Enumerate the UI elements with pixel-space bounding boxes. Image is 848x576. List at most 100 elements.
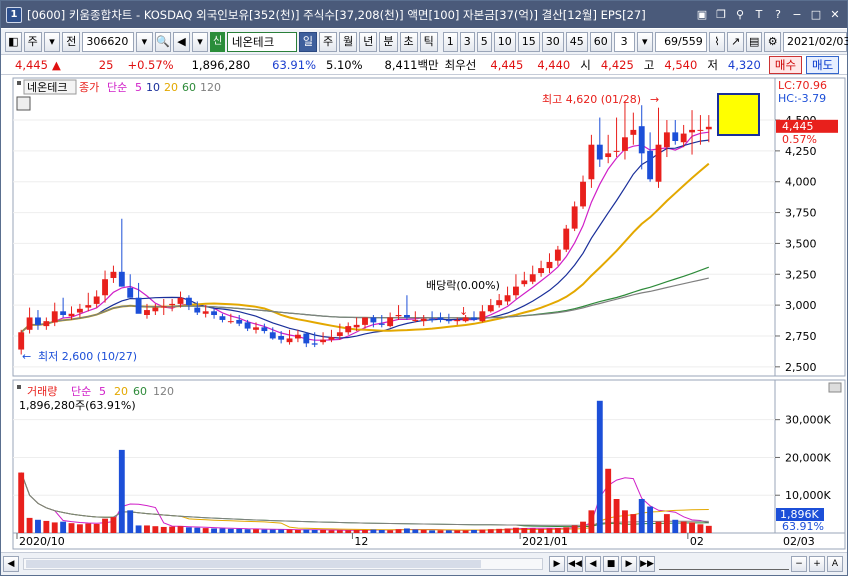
candle-body	[471, 317, 477, 320]
legend-ma10: 10	[146, 81, 160, 94]
volume-bar	[554, 528, 561, 533]
period-minute-tab[interactable]: 분	[379, 31, 398, 52]
font-size-icon[interactable]: T	[751, 7, 767, 23]
dropdown-arrow-icon[interactable]: ▾	[43, 31, 61, 52]
volume-pane-collapse-icon[interactable]	[828, 382, 842, 393]
candle-body	[345, 326, 352, 333]
fast-forward-icon[interactable]: ▶▶	[639, 556, 655, 572]
play-icon[interactable]: ▶	[621, 556, 637, 572]
scroll-track[interactable]	[23, 558, 543, 570]
zoom-slider[interactable]	[659, 558, 789, 570]
candle-body	[261, 327, 268, 332]
volume-bar	[311, 529, 318, 533]
window-restore-icon[interactable]: ❐	[713, 7, 729, 23]
date-input[interactable]: 2021/02/03	[783, 31, 848, 52]
volume-bar	[663, 514, 670, 533]
interval-5-button[interactable]: 5	[476, 31, 492, 52]
interval-3-button[interactable]: 3	[459, 31, 475, 52]
interval-1-button[interactable]: 1	[442, 31, 458, 52]
sell-button[interactable]: 매도	[806, 55, 840, 74]
volume-bar	[68, 523, 75, 533]
ask-price: 4,445	[490, 57, 524, 72]
candle-body	[454, 319, 461, 322]
zoom-out-icon[interactable]: −	[791, 556, 807, 572]
candle-body	[622, 137, 628, 151]
stock-name-field[interactable]: 네온테크	[226, 31, 297, 52]
speaker-icon[interactable]: ◀	[173, 31, 190, 52]
period-year-tab[interactable]: 년	[359, 31, 378, 52]
app-number-icon[interactable]: 1	[6, 6, 22, 23]
interval-15-button[interactable]: 15	[517, 31, 540, 52]
zoom-in-icon[interactable]: +	[809, 556, 825, 572]
font-icon[interactable]: A	[827, 556, 843, 572]
price-tick-label: 2,750	[785, 330, 817, 343]
pin-icon[interactable]: ⚲	[732, 7, 748, 23]
interval-45-button[interactable]: 45	[565, 31, 588, 52]
window-tile-icon[interactable]: ▣	[694, 7, 710, 23]
code-dropdown-icon[interactable]: ▾	[136, 31, 153, 52]
volume-bar	[236, 528, 243, 533]
volume-bar	[219, 528, 226, 533]
dividend-arrow: ↓	[459, 305, 468, 318]
stop-icon[interactable]: ■	[603, 556, 619, 572]
best-quote-label: 최우선	[444, 57, 477, 72]
list-dropdown-icon[interactable]: ▾	[191, 31, 209, 52]
indicator-icon[interactable]: ⌇	[708, 31, 726, 52]
settings-icon[interactable]: ⚙	[764, 31, 782, 52]
selection-marker[interactable]	[717, 93, 760, 136]
candle-body	[152, 307, 159, 312]
grid-toggle-icon[interactable]	[16, 96, 31, 111]
drawing-tool-icon[interactable]: ↗	[727, 31, 744, 52]
volume-bar	[580, 521, 586, 533]
volume-bar	[613, 499, 620, 533]
close-icon[interactable]: ✕	[827, 7, 843, 23]
volume-bar	[211, 528, 217, 533]
maximize-icon[interactable]: □	[808, 7, 824, 23]
volume-pct: 63.91%	[272, 57, 316, 72]
volume-bar	[328, 530, 335, 533]
candle-body	[68, 313, 75, 317]
volume-bar	[462, 530, 469, 533]
volume-bar	[202, 528, 209, 533]
interval-dropdown-icon[interactable]: ▾	[636, 31, 654, 52]
volume-bar	[479, 529, 486, 533]
high-price: 4,540	[664, 57, 698, 72]
volume-bar	[43, 520, 50, 533]
period-month-tab[interactable]: 월	[339, 31, 358, 52]
legend-ma5: 5	[135, 81, 142, 94]
scroll-left-icon[interactable]: ◀	[3, 556, 19, 572]
interval-select[interactable]: 3	[613, 31, 635, 52]
chart-svg[interactable]: 4,5004,2504,0003,7503,5003,2503,0002,750…	[1, 77, 847, 551]
stock-code-input[interactable]: 306620	[82, 31, 135, 52]
chart-area[interactable]: 4,5004,2504,0003,7503,5003,2503,0002,750…	[1, 77, 847, 551]
hc-label: HC:-3.79	[778, 92, 826, 105]
low-label: 저	[707, 57, 718, 72]
scroll-right-icon[interactable]: ▶	[549, 556, 565, 572]
period-week-select[interactable]: 주	[23, 31, 42, 52]
layout-icon[interactable]: ◧	[5, 31, 22, 52]
search-icon[interactable]: 🔍	[154, 31, 172, 52]
volume-bar	[504, 528, 511, 533]
interval-30-button[interactable]: 30	[541, 31, 564, 52]
rewind-icon[interactable]: ◀◀	[567, 556, 583, 572]
period-second-tab[interactable]: 초	[399, 31, 418, 52]
legend-ma20: 20	[164, 81, 178, 94]
period-day-tab[interactable]: 일	[298, 31, 318, 52]
interval-60-button[interactable]: 60	[589, 31, 612, 52]
buy-button[interactable]: 매수	[768, 55, 803, 74]
interval-10-button[interactable]: 10	[493, 31, 516, 52]
period-week-tab[interactable]: 주	[319, 31, 338, 52]
scroll-thumb[interactable]	[26, 560, 481, 568]
save-icon[interactable]: ▤	[745, 31, 763, 52]
help-icon[interactable]: ?	[770, 7, 786, 23]
minimize-icon[interactable]: −	[789, 7, 805, 23]
volume-bar	[118, 449, 125, 533]
candle-body	[630, 129, 637, 135]
play-back-icon[interactable]: ◀	[585, 556, 601, 572]
mode-prev-button[interactable]: 전	[62, 31, 81, 52]
volume-bar	[705, 525, 712, 533]
period-tick-tab[interactable]: 틱	[419, 31, 438, 52]
volume-bar	[85, 523, 92, 533]
candle-body	[194, 307, 201, 313]
volume-bar	[403, 528, 410, 533]
